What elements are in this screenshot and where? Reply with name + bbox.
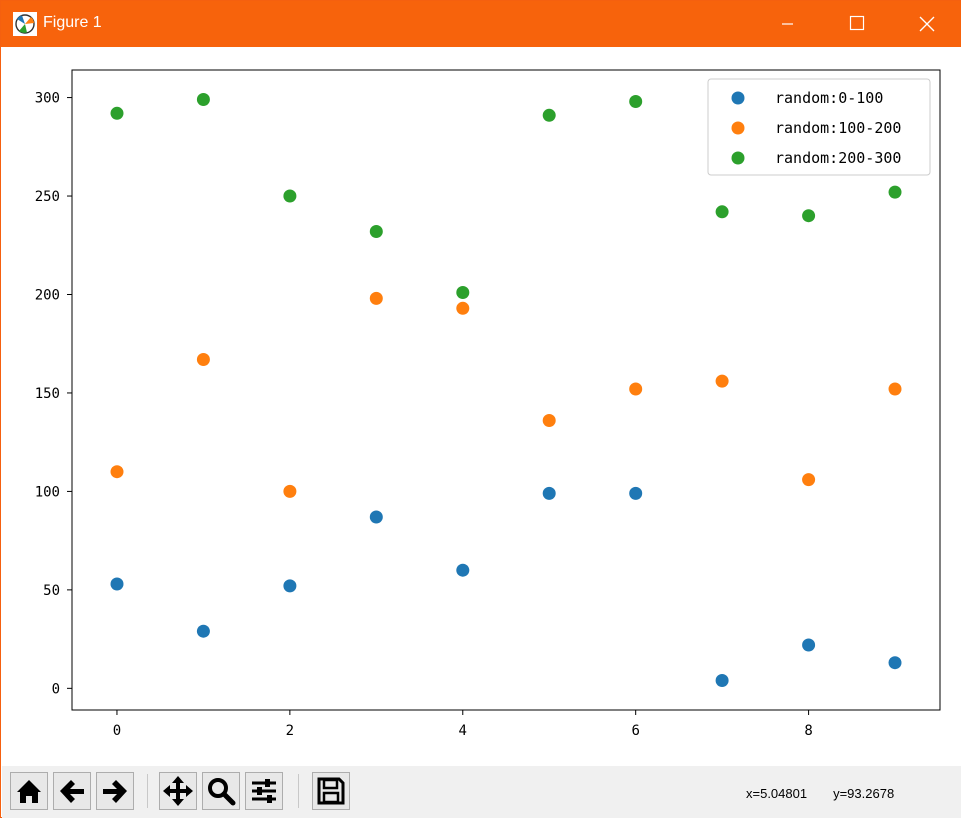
data-point <box>542 108 556 122</box>
home-button[interactable] <box>10 772 48 810</box>
data-point <box>888 656 902 670</box>
scatter-chart: 0 2 4 6 8050100150200250300 random:0-100rand… <box>35 69 941 739</box>
minimize-icon <box>782 23 793 25</box>
data-point <box>283 579 297 593</box>
toolbar-separator <box>298 774 299 808</box>
title-bar[interactable]: Figure 1 <box>1 1 961 47</box>
legend-marker <box>731 151 745 165</box>
home-icon <box>17 780 41 803</box>
data-point <box>888 185 902 199</box>
data-point <box>715 674 729 687</box>
save-button[interactable] <box>312 772 350 810</box>
legend-label: random:200-300 <box>775 149 901 167</box>
figure-window: Figure 1 0 2 4 6 8 0 50 100 150 200 250 300 random:… <box>0 0 961 818</box>
series-2 <box>110 291 902 498</box>
maximize-icon <box>849 15 865 31</box>
cursor-coordinates: x=5.04801 y=93.2678 <box>746 786 920 801</box>
zoom-icon <box>208 778 236 806</box>
y-tick-label: 0 <box>52 681 60 697</box>
window-title: Figure 1 <box>43 14 102 31</box>
data-point <box>715 205 729 219</box>
data-point <box>629 486 643 500</box>
cursor-x: x=5.04801 <box>746 786 808 801</box>
data-point <box>110 577 124 591</box>
legend: random:0-100 random:100-200 random:200-300 <box>707 78 931 176</box>
legend-label: random:0-100 <box>775 89 883 107</box>
x-tick-label: 6 <box>631 723 639 739</box>
data-point <box>629 95 643 108</box>
y-tick-label: 300 <box>35 91 60 107</box>
data-point <box>110 465 124 479</box>
minimize-button[interactable] <box>764 1 810 47</box>
toolbar-separator <box>147 774 148 808</box>
data-point <box>542 486 556 500</box>
close-button[interactable] <box>902 1 948 47</box>
data-point <box>283 189 297 203</box>
x-tick-label: 4 <box>459 723 467 739</box>
figure-canvas[interactable]: 0 2 4 6 8 0 50 100 150 200 250 300 random:0-100 rand… <box>2 47 961 766</box>
data-point <box>456 286 470 299</box>
legend-label: random:100-200 <box>775 119 901 137</box>
matplotlib-logo-icon <box>13 12 37 36</box>
data-point <box>369 510 383 524</box>
save-icon <box>317 777 345 805</box>
close-icon <box>919 16 935 32</box>
y-tick-label: 100 <box>35 484 60 500</box>
forward-button[interactable] <box>96 772 134 810</box>
y-tick-label: 200 <box>35 287 60 303</box>
data-point <box>802 209 816 223</box>
data-point <box>888 382 902 396</box>
data-point <box>196 353 210 366</box>
data-point <box>629 382 643 396</box>
zoom-button[interactable] <box>202 772 240 810</box>
x-tick-label: 0 <box>113 723 121 739</box>
data-point <box>802 638 816 652</box>
data-point <box>456 301 470 315</box>
configure-subplots-button[interactable] <box>245 772 283 810</box>
data-point <box>196 93 210 106</box>
maximize-button[interactable] <box>833 1 879 47</box>
cursor-y: y=93.2678 <box>833 786 895 801</box>
configure-subplots-icon <box>252 779 276 803</box>
forward-icon <box>103 780 127 803</box>
x-tick-label: 8 <box>804 723 812 739</box>
data-point <box>283 484 297 498</box>
data-point <box>110 106 124 120</box>
y-tick-label: 50 <box>43 583 60 599</box>
data-point <box>802 473 816 487</box>
back-button[interactable] <box>53 772 91 810</box>
y-tick-label: 250 <box>35 189 60 205</box>
back-icon <box>60 780 84 803</box>
data-point <box>715 374 729 388</box>
pan-button[interactable] <box>159 772 197 810</box>
x-tick-label: 2 <box>286 723 294 739</box>
data-point <box>196 624 210 638</box>
legend-marker <box>731 91 745 105</box>
legend-marker <box>731 121 745 135</box>
data-point <box>369 225 383 238</box>
y-tick-label: 150 <box>35 386 60 402</box>
data-point <box>456 563 470 577</box>
data-point <box>542 414 556 427</box>
data-point <box>369 291 383 305</box>
navigation-toolbar: x=5.04801 y=93.2678 <box>2 766 961 818</box>
pan-icon <box>163 776 193 806</box>
series-1 <box>110 486 902 687</box>
